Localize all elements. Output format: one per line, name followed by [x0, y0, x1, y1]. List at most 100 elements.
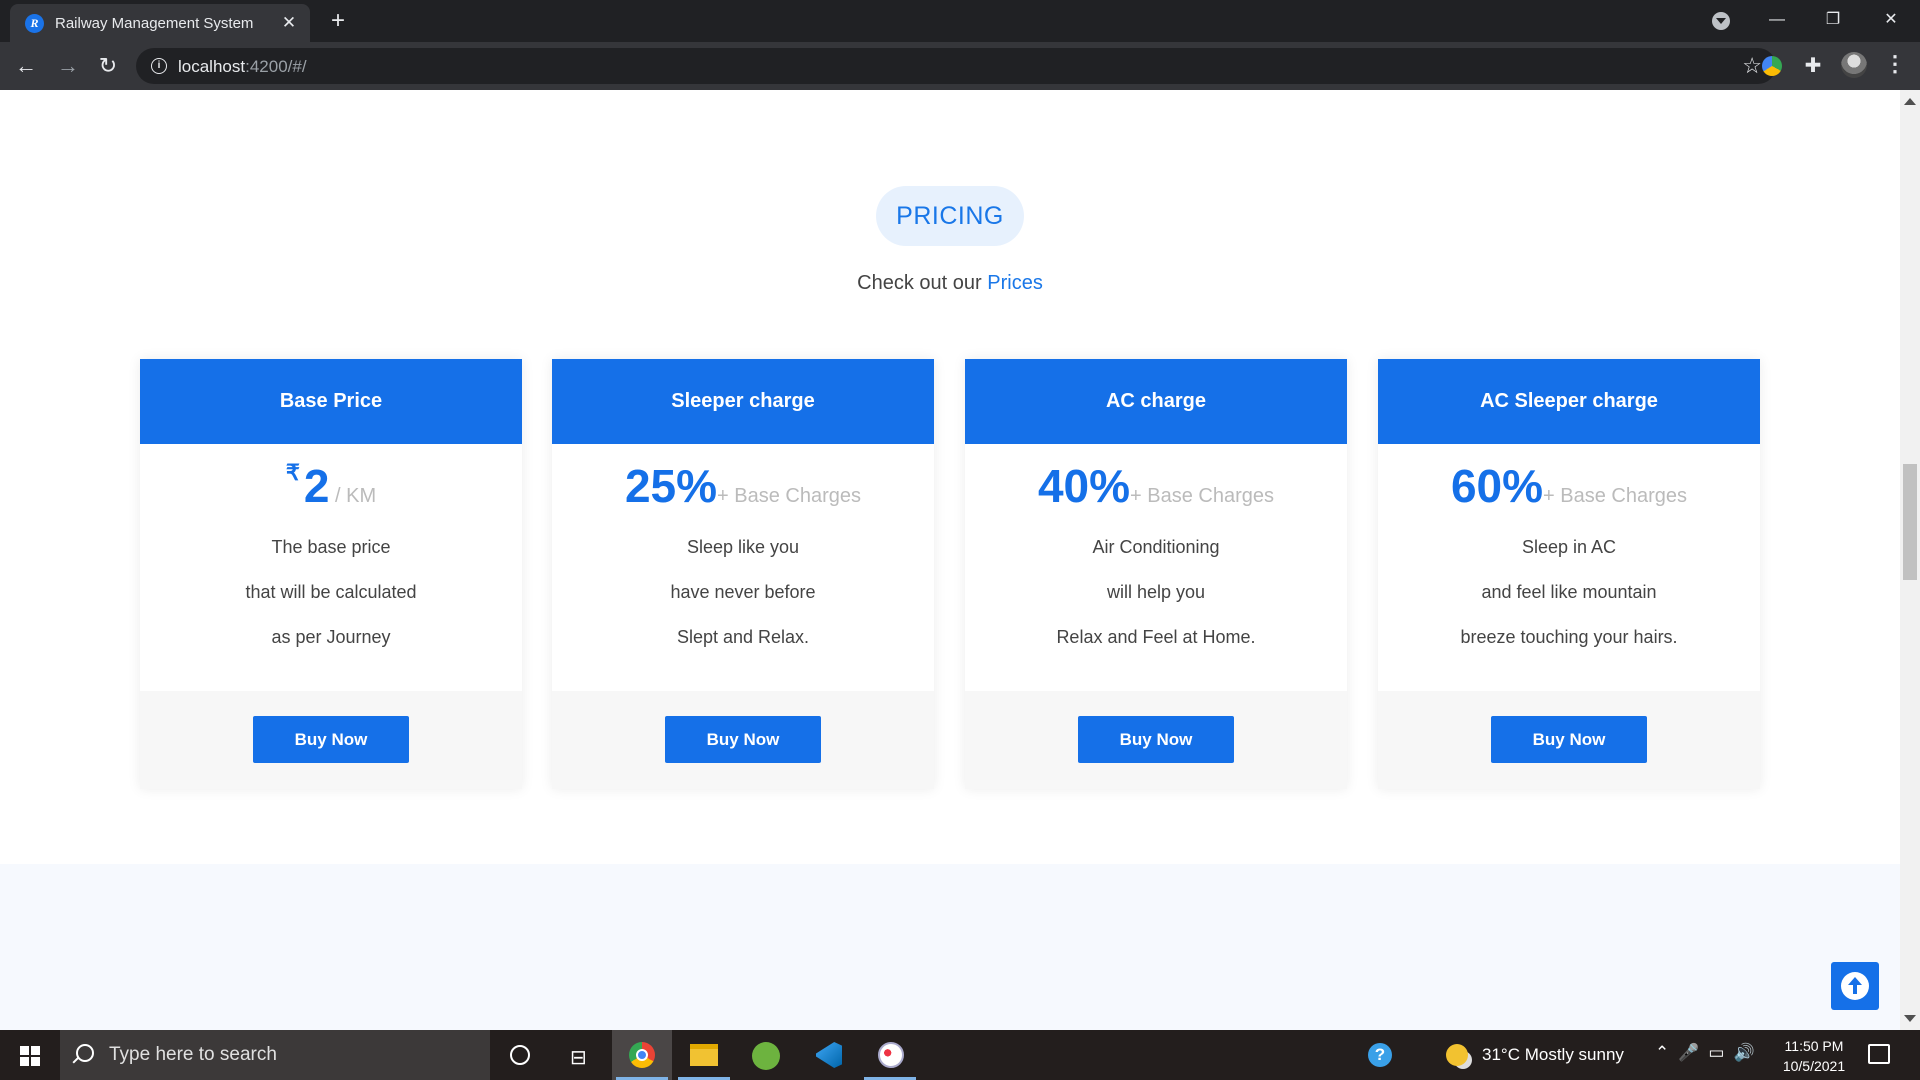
- card-title: Base Price: [140, 359, 522, 444]
- back-to-top-icon: [1841, 972, 1869, 1000]
- taskbar-vscode[interactable]: [798, 1030, 858, 1080]
- scrollbar-thumb[interactable]: [1903, 464, 1917, 580]
- feature-line: Air Conditioning: [1092, 537, 1220, 557]
- feature-line: and feel like mountain: [1481, 582, 1657, 602]
- extensions-icon[interactable]: ✚: [1800, 53, 1826, 79]
- notifications-icon[interactable]: [1868, 1044, 1890, 1064]
- feature-line: have never before: [670, 582, 816, 602]
- card-title: Sleeper charge: [552, 359, 934, 444]
- feature-line: Sleep like you: [686, 537, 800, 557]
- feature-line: that will be calculated: [245, 582, 417, 602]
- reload-icon[interactable]: ↻: [92, 50, 124, 82]
- forward-arrow-icon[interactable]: →: [52, 50, 84, 82]
- cortana-icon[interactable]: [510, 1045, 530, 1065]
- scroll-down-icon[interactable]: [1904, 1015, 1916, 1022]
- taskbar-search-box[interactable]: Type here to search: [60, 1030, 490, 1080]
- clock-time: 11:50 PM: [1784, 1038, 1844, 1054]
- price-value: 60%: [1450, 460, 1544, 512]
- taskbar-spring-tool-suite[interactable]: [736, 1030, 796, 1080]
- profile-avatar[interactable]: [1841, 52, 1867, 78]
- card-footer: Buy Now: [965, 691, 1347, 789]
- page-viewport: PRICING Check out our Prices Base Price …: [0, 90, 1900, 1030]
- card-price: ₹2 / KM: [140, 459, 522, 513]
- paint-icon: [878, 1042, 904, 1068]
- close-window-icon[interactable]: ✕: [1876, 6, 1906, 34]
- spring-icon: [752, 1042, 780, 1070]
- browser-toolbar: ← → ↻ i localhost:4200/#/ ☆ ✚ ⋮: [0, 42, 1920, 90]
- url-text[interactable]: localhost:4200/#/: [178, 57, 307, 77]
- url-path: :4200/#/: [245, 57, 307, 76]
- star-icon[interactable]: ☆: [1742, 53, 1762, 79]
- extension-colorful-icon[interactable]: [1762, 56, 1782, 76]
- subtitle-highlight: Prices: [987, 272, 1043, 294]
- card-footer: Buy Now: [140, 691, 522, 789]
- close-tab-icon[interactable]: ✕: [278, 12, 300, 34]
- windows-taskbar: Type here to search ⊟ ? 31°C Mostly sunn…: [0, 1030, 1920, 1080]
- browser-tab[interactable]: R Railway Management System ✕: [10, 4, 310, 42]
- card-price: 60%+ Base Charges: [1378, 459, 1760, 513]
- clock-date: 10/5/2021: [1782, 1058, 1846, 1074]
- page-scrollbar[interactable]: [1900, 90, 1920, 1030]
- card-title: AC charge: [965, 359, 1347, 444]
- feature-line: breeze touching your hairs.: [1460, 627, 1678, 647]
- price-unit: + Base Charges: [1130, 485, 1275, 507]
- taskbar-paint[interactable]: [860, 1030, 920, 1080]
- feature-line: as per Journey: [271, 627, 391, 647]
- menu-kebab-icon[interactable]: ⋮: [1884, 51, 1906, 77]
- buy-now-button[interactable]: Buy Now: [1078, 716, 1234, 763]
- card-footer: Buy Now: [1378, 691, 1760, 789]
- pricing-card-sleeper: Sleeper charge 25%+ Base Charges Sleep l…: [552, 359, 934, 789]
- weather-sun-icon[interactable]: [1446, 1044, 1468, 1066]
- url-host: localhost: [178, 57, 246, 76]
- buy-now-button[interactable]: Buy Now: [253, 716, 409, 763]
- feature-line: Slept and Relax.: [676, 627, 810, 647]
- next-section-background: [0, 864, 1900, 1030]
- browser-tab-strip: R Railway Management System ✕ + — ❐ ✕: [0, 0, 1920, 42]
- weather-text[interactable]: 31°C Mostly sunny: [1482, 1045, 1624, 1065]
- pricing-card-ac: AC charge 40%+ Base Charges Air Conditio…: [965, 359, 1347, 789]
- price-unit: / KM: [329, 485, 377, 507]
- minimize-icon[interactable]: —: [1762, 6, 1792, 34]
- feature-line: will help you: [1106, 582, 1206, 602]
- price-unit: + Base Charges: [717, 485, 862, 507]
- pricing-subtitle: Check out our Prices: [0, 272, 1900, 295]
- card-title: AC Sleeper charge: [1378, 359, 1760, 444]
- task-view-icon[interactable]: ⊟: [570, 1045, 587, 1070]
- feature-line: Sleep in AC: [1521, 537, 1617, 557]
- address-bar[interactable]: i localhost:4200/#/ ☆: [136, 48, 1776, 84]
- card-features: The base price that will be calculated a…: [140, 525, 522, 660]
- folder-icon: [690, 1044, 718, 1066]
- chrome-icon: [629, 1042, 655, 1068]
- price-value: 2: [303, 460, 330, 512]
- system-tray-icons[interactable]: ⌃🎤▭🔊: [1655, 1043, 1764, 1063]
- card-features: Air Conditioning will help you Relax and…: [965, 525, 1347, 660]
- pricing-badge: PRICING: [876, 186, 1024, 246]
- taskbar-file-explorer[interactable]: [674, 1030, 734, 1080]
- card-price: 25%+ Base Charges: [552, 459, 934, 513]
- price-value: 25%: [624, 460, 718, 512]
- new-tab-icon[interactable]: +: [325, 9, 351, 35]
- pricing-card-base: Base Price ₹2 / KM The base price that w…: [140, 359, 522, 789]
- subtitle-prefix: Check out our: [857, 272, 982, 294]
- card-features: Sleep like you have never before Slept a…: [552, 525, 934, 660]
- windows-start-icon[interactable]: [20, 1046, 40, 1066]
- taskbar-clock[interactable]: 11:50 PM 10/5/2021: [1770, 1036, 1858, 1076]
- back-arrow-icon[interactable]: ←: [10, 50, 42, 82]
- info-icon[interactable]: i: [151, 58, 167, 74]
- scroll-up-icon[interactable]: [1904, 98, 1916, 105]
- tab-search-icon[interactable]: [1712, 12, 1730, 30]
- pricing-card-ac-sleeper: AC Sleeper charge 60%+ Base Charges Slee…: [1378, 359, 1760, 789]
- buy-now-button[interactable]: Buy Now: [1491, 716, 1647, 763]
- card-footer: Buy Now: [552, 691, 934, 789]
- app-favicon-icon: R: [25, 14, 44, 33]
- price-value: 40%: [1037, 460, 1131, 512]
- search-icon: [76, 1044, 94, 1062]
- search-placeholder: Type here to search: [109, 1044, 277, 1065]
- price-unit: + Base Charges: [1543, 485, 1688, 507]
- buy-now-button[interactable]: Buy Now: [665, 716, 821, 763]
- taskbar-chrome[interactable]: [612, 1030, 672, 1080]
- back-to-top-button[interactable]: [1831, 962, 1879, 1010]
- restore-icon[interactable]: ❐: [1818, 6, 1848, 34]
- help-icon[interactable]: ?: [1368, 1043, 1392, 1067]
- card-price: 40%+ Base Charges: [965, 459, 1347, 513]
